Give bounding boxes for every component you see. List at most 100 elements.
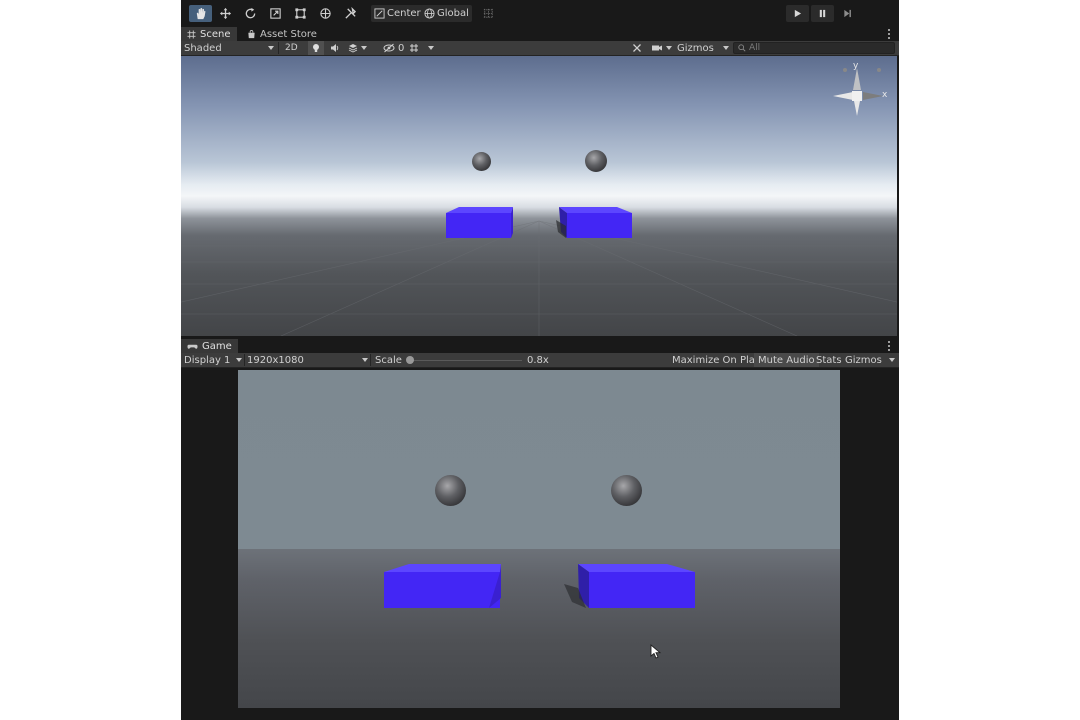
gizmo-x-label: x <box>882 90 888 100</box>
tab-scene-label: Scene <box>200 28 231 40</box>
grid-icon <box>410 44 418 52</box>
scene-effects-dropdown[interactable] <box>348 41 367 55</box>
tab-scene[interactable]: Scene <box>181 27 237 41</box>
draw-mode-dropdown[interactable]: Shaded <box>184 41 274 55</box>
mute-audio-toggle[interactable]: Mute Audio <box>754 353 819 367</box>
camera-icon <box>652 45 662 51</box>
transform-tool-button[interactable] <box>314 5 337 22</box>
pivot-center-icon <box>374 8 385 19</box>
scene-tools-button[interactable] <box>632 41 642 55</box>
scale-tool-button[interactable] <box>264 5 287 22</box>
2d-mode-toggle[interactable]: 2D <box>285 41 298 55</box>
scene-sphere-left[interactable] <box>472 152 491 171</box>
mouse-cursor-icon <box>650 644 662 659</box>
scene-search-input[interactable]: All <box>733 42 895 54</box>
game-tab-bar: Game <box>181 339 899 353</box>
tab-asset-store[interactable]: Asset Store <box>241 27 323 41</box>
2d-mode-label: 2D <box>285 43 298 53</box>
hidden-objects-count: 0 <box>398 42 405 54</box>
rect-tool-button[interactable] <box>289 5 312 22</box>
scene-floor-grid <box>181 220 897 336</box>
game-sphere-right <box>611 475 642 506</box>
step-icon <box>844 9 851 18</box>
grid-visibility-dropdown[interactable] <box>409 41 434 55</box>
grid-snap-button[interactable] <box>477 5 500 22</box>
step-button[interactable] <box>836 5 859 22</box>
scene-panel-menu-icon[interactable] <box>887 28 891 40</box>
lightbulb-icon <box>313 44 319 52</box>
divider <box>370 354 371 366</box>
tools-icon <box>345 7 357 19</box>
scene-audio-toggle[interactable] <box>330 41 340 55</box>
scene-cube-right[interactable] <box>557 206 635 240</box>
scene-sphere-right[interactable] <box>585 150 607 172</box>
unity-editor-window: Center Global Scene Asset Store Shaded 2… <box>181 0 899 720</box>
chevron-down-icon <box>268 46 274 50</box>
scale-slider-track[interactable] <box>408 360 522 361</box>
rotate-tool-button[interactable] <box>239 5 262 22</box>
maximize-on-play-label: Maximize On Play <box>672 354 761 366</box>
gizmos-dropdown-game[interactable]: Gizmos <box>845 353 895 367</box>
game-cube-shadow <box>564 584 586 608</box>
chevron-down-icon <box>236 358 242 362</box>
pivot-rotation-label: Global <box>437 8 469 19</box>
pause-button[interactable] <box>811 5 834 22</box>
play-controls <box>786 5 859 22</box>
chevron-down-icon <box>428 46 434 50</box>
chevron-down-icon <box>362 358 368 362</box>
move-tool-button[interactable] <box>214 5 237 22</box>
scene-cube-left[interactable] <box>443 206 515 240</box>
scale-slider-handle[interactable] <box>406 356 415 364</box>
globe-icon <box>424 8 435 19</box>
move-icon <box>219 7 232 20</box>
scene-tab-bar: Scene Asset Store <box>181 27 899 41</box>
pivot-mode-toggle[interactable]: Center <box>371 5 424 22</box>
pivot-mode-label: Center <box>387 8 421 19</box>
mute-audio-label: Mute Audio <box>758 354 815 366</box>
game-controller-icon <box>187 344 198 349</box>
divider <box>278 42 279 54</box>
rect-icon <box>295 8 306 19</box>
speaker-icon <box>331 44 339 52</box>
draw-mode-label: Shaded <box>184 42 222 54</box>
scene-grid-icon <box>187 29 196 39</box>
tab-game[interactable]: Game <box>181 339 238 353</box>
gizmos-label-game: Gizmos <box>845 354 882 366</box>
scene-camera-dropdown[interactable] <box>651 41 672 55</box>
scale-icon <box>270 8 281 19</box>
play-button[interactable] <box>786 5 809 22</box>
display-label: Display 1 <box>184 354 231 366</box>
scene-cube-shadow <box>556 220 566 238</box>
pause-icon <box>819 9 826 18</box>
eye-slash-icon <box>383 43 395 53</box>
display-dropdown[interactable]: Display 1 <box>184 353 242 367</box>
scene-viewport[interactable]: y x <box>181 56 897 336</box>
maximize-on-play-toggle[interactable]: Maximize On Play <box>668 353 765 367</box>
scene-lighting-toggle[interactable] <box>308 41 324 55</box>
wrench-cross-icon <box>633 44 641 52</box>
stats-toggle[interactable]: Stats <box>812 353 846 367</box>
gizmo-y-label: y <box>853 61 859 71</box>
chevron-down-icon <box>889 358 895 362</box>
scene-search-placeholder: All <box>749 43 761 53</box>
custom-tool-button[interactable] <box>339 5 362 22</box>
grid-snap-icon <box>483 8 494 19</box>
game-toolbar: Display 1 1920x1080 Scale 0.8x Maximize … <box>181 353 899 368</box>
stats-label: Stats <box>816 354 842 366</box>
orientation-gizmo[interactable]: y x <box>831 60 893 130</box>
tab-asset-store-label: Asset Store <box>260 28 317 40</box>
hand-icon <box>196 7 206 20</box>
game-viewport[interactable] <box>238 370 840 708</box>
gizmos-dropdown-scene[interactable]: Gizmos <box>677 41 729 55</box>
resolution-dropdown[interactable]: 1920x1080 <box>247 353 368 367</box>
game-cube-right <box>578 564 695 608</box>
game-panel-menu-icon[interactable] <box>887 340 891 352</box>
hand-tool-button[interactable] <box>189 5 212 22</box>
resolution-label: 1920x1080 <box>247 354 304 366</box>
play-icon <box>794 9 802 18</box>
scale-label: Scale <box>375 354 402 366</box>
scene-toolbar: Shaded 2D 0 Gizmos All <box>181 41 899 56</box>
hidden-objects-toggle[interactable]: 0 <box>383 41 404 55</box>
pivot-rotation-toggle[interactable]: Global <box>421 5 472 22</box>
chevron-down-icon <box>666 46 672 50</box>
